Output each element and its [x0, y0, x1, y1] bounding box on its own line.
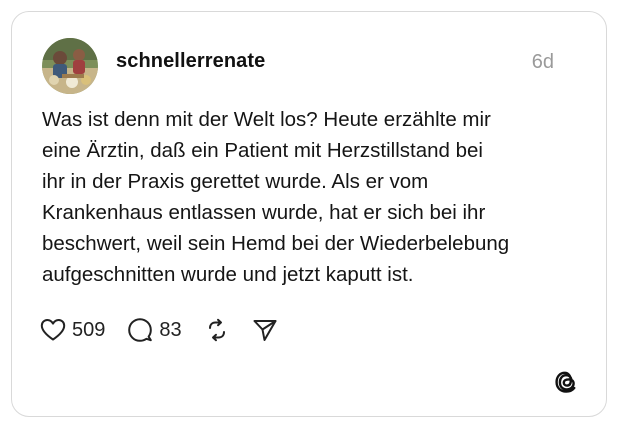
like-button[interactable]: 509 [40, 318, 105, 342]
post-text-line: beschwert, weil sein Hemd bei der Wieder… [42, 232, 510, 255]
threads-logo-icon [552, 368, 580, 396]
post-text-line: Krankenhaus entlassen wurde, hat er sich… [42, 201, 486, 224]
speech-bubble-icon [127, 317, 153, 343]
post-body: Was ist denn mit der Welt los? Heute erz… [42, 104, 587, 290]
post-text-line: ihr in der Praxis gerettet wurde. Als er… [42, 170, 429, 193]
username[interactable]: schnellerrenate [116, 50, 265, 73]
repost-icon [204, 317, 230, 343]
share-button[interactable] [252, 317, 278, 343]
heart-icon [40, 318, 66, 342]
post-text-line: Was ist denn mit der Welt los? Heute erz… [42, 108, 491, 131]
like-count: 509 [72, 318, 106, 341]
repost-button[interactable] [204, 317, 230, 343]
post-text-line: aufgeschnitten wurde und jetzt kaputt is… [42, 263, 414, 286]
post-card: schnellerrenate 6d Was ist denn mit der … [11, 11, 607, 417]
avatar-image [42, 38, 98, 94]
avatar[interactable] [42, 38, 98, 94]
send-icon [252, 317, 278, 343]
post-text-line: eine Ärztin, daß ein Patient mit Herzsti… [42, 139, 483, 162]
reply-button[interactable]: 83 [127, 317, 182, 343]
post-actions: 509 83 [40, 314, 300, 346]
post-timestamp: 6d [531, 51, 554, 73]
reply-count: 83 [159, 318, 182, 341]
